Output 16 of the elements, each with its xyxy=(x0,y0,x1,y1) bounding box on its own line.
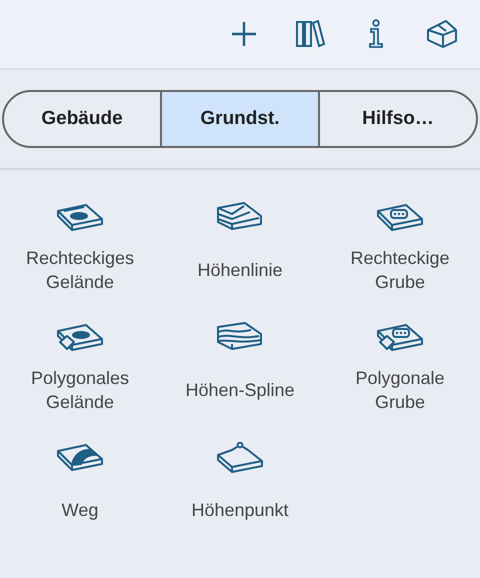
tool-button[interactable]: Polygonales Gelände xyxy=(0,320,160,414)
segment-tab[interactable]: Grundst. xyxy=(160,92,318,146)
info-icon xyxy=(367,19,385,49)
plus-icon xyxy=(229,19,259,49)
tool-button[interactable]: Höhen-Spline xyxy=(160,320,320,414)
segment-tab[interactable]: Hilfso… xyxy=(318,92,476,146)
house-icon xyxy=(426,19,458,49)
tool-button[interactable]: Weg xyxy=(0,440,160,534)
books-icon xyxy=(295,20,325,48)
tool-button[interactable]: Höhenpunkt xyxy=(160,440,320,534)
tool-button[interactable]: Rechteckige Grube xyxy=(320,200,480,294)
height-point-icon xyxy=(215,442,265,476)
tool-button[interactable]: Polygonale Grube xyxy=(320,320,480,414)
segment-tab[interactable]: Gebäude xyxy=(4,92,160,146)
tool-button[interactable]: Rechteckiges Gelände xyxy=(0,200,160,294)
tool-button[interactable]: Höhenlinie xyxy=(160,200,320,294)
